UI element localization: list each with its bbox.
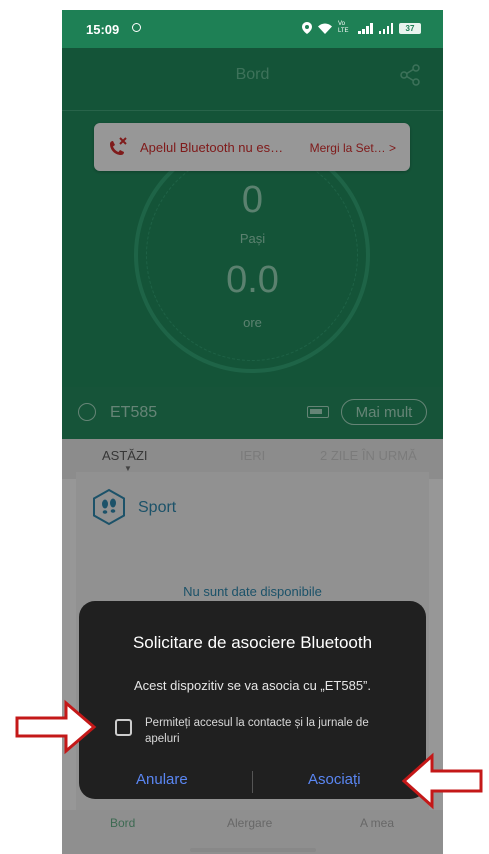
- wifi-icon: [318, 23, 332, 34]
- annotation-arrow-right-icon: [401, 752, 483, 810]
- status-icons: Vo LTE 37: [302, 21, 421, 35]
- signal-icon: [358, 22, 373, 34]
- location-icon: [302, 22, 312, 34]
- notification-icon: [132, 23, 141, 32]
- signal-icon-2: [378, 22, 393, 34]
- dialog-message: Acest dispozitiv se va asocia cu „ET585”…: [134, 678, 371, 693]
- button-divider: [252, 771, 253, 793]
- cancel-button[interactable]: Anulare: [136, 771, 188, 788]
- home-indicator[interactable]: [190, 848, 316, 852]
- network-type-label: Vo LTE: [338, 21, 349, 34]
- status-time: 15:09: [86, 22, 120, 37]
- bluetooth-pairing-dialog: Solicitare de asociere Bluetooth Acest d…: [79, 601, 426, 799]
- phone-screen: 15:09 Vo LTE 37 Bord 0 Pași 0.0 ore Apel…: [62, 10, 443, 854]
- contacts-access-label[interactable]: Permiteți accesul la contacte și la jurn…: [145, 715, 395, 747]
- annotation-arrow-left-icon: [15, 699, 97, 755]
- pair-button[interactable]: Asociați: [308, 771, 361, 788]
- status-bar: 15:09 Vo LTE 37: [62, 10, 443, 48]
- dialog-title: Solicitare de asociere Bluetooth: [132, 633, 373, 652]
- contacts-access-checkbox[interactable]: [115, 719, 132, 736]
- battery-icon: 37: [399, 22, 421, 34]
